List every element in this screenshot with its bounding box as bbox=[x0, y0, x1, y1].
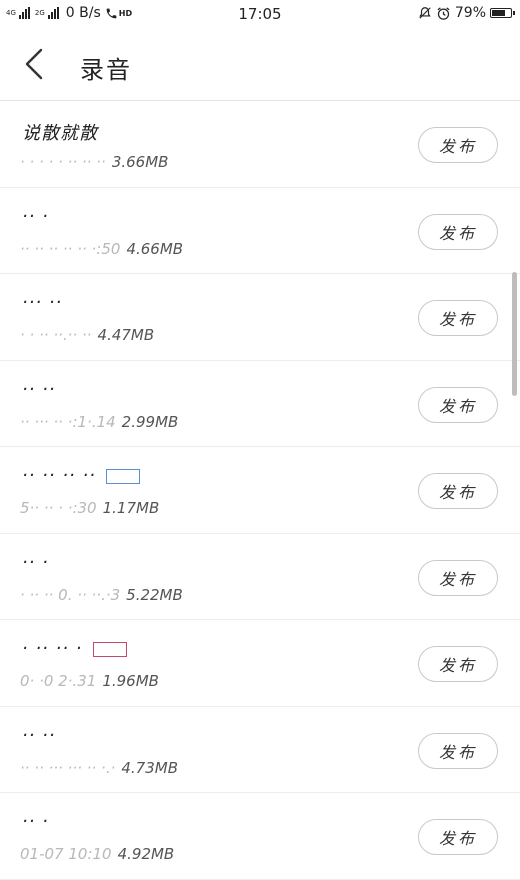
recording-timestamp: 01-07 10:10 bbox=[20, 845, 112, 863]
recording-meta: 01-07 10:10 4.92MB bbox=[20, 845, 174, 863]
recording-timestamp: ·· ··· ·· ·:1·.14 bbox=[20, 412, 116, 431]
recording-size: 1.96MB bbox=[102, 672, 159, 690]
recording-timestamp: · · · · · ·· ·· ·· bbox=[20, 153, 106, 171]
list-item[interactable]: ·· · · ·· ·· 0. ·· ··.·3 5.22MB 发布 bbox=[0, 534, 520, 620]
recording-name: ·· ·· ·· ·· bbox=[22, 465, 96, 486]
publish-button[interactable]: 发布 bbox=[418, 732, 498, 769]
publish-button[interactable]: 发布 bbox=[418, 473, 498, 509]
recording-name: 说散就散 bbox=[22, 123, 98, 144]
alarm-icon bbox=[437, 6, 450, 20]
status-right: 79% bbox=[418, 5, 515, 21]
publish-button[interactable]: 发布 bbox=[418, 300, 498, 336]
recording-timestamp: ·· ·· ··· ··· ·· ·.· bbox=[20, 758, 116, 777]
recording-meta: ·· ·· ··· ··· ·· ·.· 4.73MB bbox=[20, 759, 178, 777]
recording-name: ··· ·· bbox=[22, 292, 63, 313]
recording-meta: 5·· ·· · ·:30 1.17MB bbox=[20, 499, 159, 517]
list-item[interactable]: ·· ·· ·· ··· ·· ·:1·.14 2.99MB 发布 bbox=[0, 361, 520, 447]
list-item[interactable]: ·· ·· ·· ·· ··· ··· ·· ·.· 4.73MB 发布 bbox=[0, 707, 520, 793]
recording-timestamp: · · ·· ··.·· ·· bbox=[20, 326, 92, 344]
recording-size: 3.66MB bbox=[111, 153, 169, 171]
recordings-list: 说散就散 · · · · · ·· ·· ·· 3.66MB 发布 ·· · ·· ·· … bbox=[0, 101, 520, 880]
recording-size: 4.47MB bbox=[97, 326, 155, 344]
recording-name: ·· ·· bbox=[22, 724, 56, 746]
app-header: 录音 bbox=[0, 30, 520, 101]
scrollbar[interactable] bbox=[512, 272, 517, 396]
recording-tag bbox=[93, 642, 127, 657]
battery-percent: 79% bbox=[454, 5, 486, 21]
recording-name: ·· ·· bbox=[22, 378, 56, 400]
publish-button[interactable]: 发布 bbox=[418, 646, 498, 682]
recording-meta: · · · · · ·· ·· ·· 3.66MB bbox=[20, 153, 168, 171]
list-item[interactable]: ·· · ·· ·· ·· ·· ·· ·:50 4.66MB 发布 bbox=[0, 188, 520, 274]
recording-timestamp: 5·· ·· · ·:30 bbox=[20, 499, 97, 517]
recording-name: ·· · bbox=[22, 205, 49, 227]
recording-size: 1.17MB bbox=[102, 499, 160, 517]
recording-tag bbox=[106, 469, 140, 484]
publish-button[interactable]: 发布 bbox=[418, 559, 498, 596]
battery-fill bbox=[492, 10, 505, 16]
recording-timestamp: ·· ·· ·· ·· ·· ·:50 bbox=[20, 239, 121, 258]
list-item[interactable]: 说散就散 · · · · · ·· ·· ·· 3.66MB 发布 bbox=[0, 101, 520, 188]
back-button[interactable] bbox=[16, 46, 52, 82]
recording-name: ·· · bbox=[22, 811, 49, 832]
recording-meta: ·· ··· ·· ·:1·.14 2.99MB bbox=[20, 413, 178, 431]
recording-size: 5.22MB bbox=[126, 585, 183, 604]
recording-name: · ·· ·· · bbox=[22, 638, 83, 659]
recording-size: 4.73MB bbox=[121, 758, 179, 777]
recording-size: 4.66MB bbox=[126, 239, 184, 258]
recording-size: 2.99MB bbox=[121, 412, 179, 431]
recording-name: ·· · bbox=[22, 551, 49, 573]
recording-meta: 0· ·0 2·.31 1.96MB bbox=[20, 672, 159, 690]
status-bar: 4G 2G 0 B/s HD 17:05 79% bbox=[0, 0, 520, 30]
recording-timestamp: 0· ·0 2·.31 bbox=[20, 672, 97, 690]
mute-bell-icon bbox=[419, 7, 431, 19]
recording-timestamp: · ·· ·· 0. ·· ··.·3 bbox=[20, 585, 121, 604]
chevron-left-icon bbox=[25, 48, 43, 80]
publish-button[interactable]: 发布 bbox=[418, 213, 498, 250]
publish-button[interactable]: 发布 bbox=[418, 819, 498, 855]
recording-size: 4.92MB bbox=[117, 845, 175, 863]
list-item[interactable]: ·· ·· ·· ·· 5·· ·· · ·:30 1.17MB 发布 bbox=[0, 447, 520, 534]
recording-meta: ·· ·· ·· ·· ·· ·:50 4.66MB bbox=[20, 240, 183, 258]
publish-button[interactable]: 发布 bbox=[418, 386, 498, 423]
recording-meta: · ·· ·· 0. ·· ··.·3 5.22MB bbox=[20, 586, 183, 604]
publish-button[interactable]: 发布 bbox=[418, 127, 498, 163]
battery-icon bbox=[490, 8, 515, 18]
page-title: 录音 bbox=[80, 56, 132, 84]
recording-meta: · · ·· ··.·· ·· 4.47MB bbox=[20, 326, 154, 344]
list-item[interactable]: ·· · 01-07 10:10 4.92MB 发布 bbox=[0, 793, 520, 880]
list-item[interactable]: ··· ·· · · ·· ··.·· ·· 4.47MB 发布 bbox=[0, 274, 520, 361]
list-item[interactable]: · ·· ·· · 0· ·0 2·.31 1.96MB 发布 bbox=[0, 620, 520, 707]
